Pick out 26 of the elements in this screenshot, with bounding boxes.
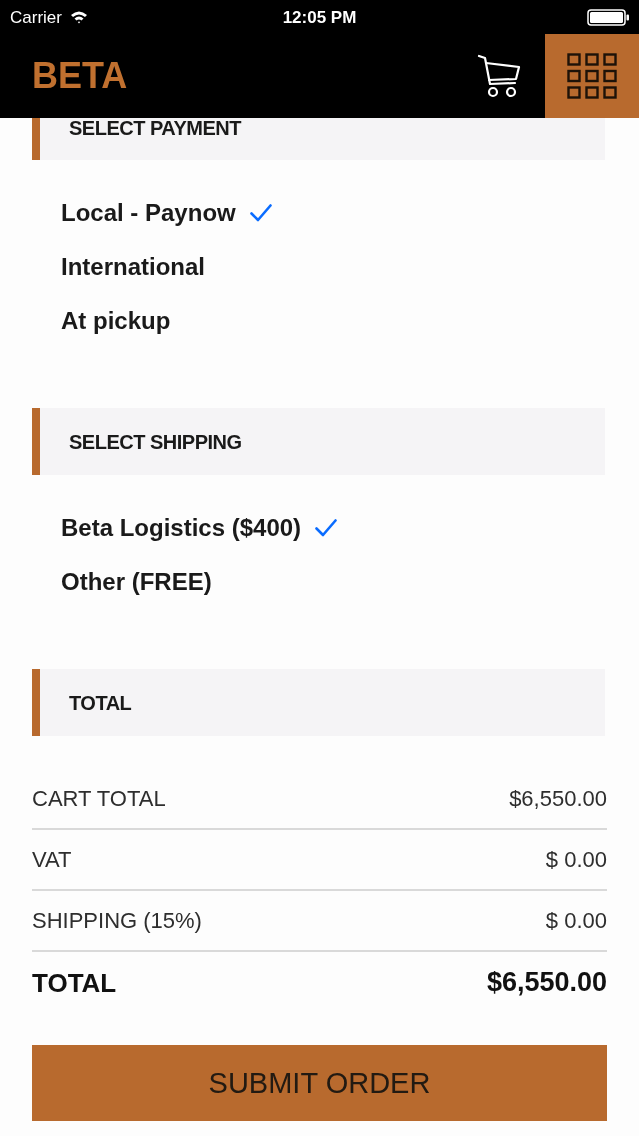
total-label: CART TOTAL [32, 787, 166, 810]
status-time: 12:05 PM [282, 8, 357, 26]
total-value: $6,550.00 [509, 787, 607, 810]
payment-option[interactable]: At pickup [61, 294, 171, 348]
cart-button[interactable] [477, 53, 521, 99]
total-label: SHIPPING (15%) [32, 909, 202, 932]
brand-logo: BETA [32, 58, 128, 94]
total-label: VAT [32, 848, 72, 871]
wifi-icon [69, 10, 88, 24]
submit-order-button[interactable]: SUBMIT ORDER [32, 1045, 607, 1121]
shipping-option[interactable]: Beta Logistics ($400) [61, 501, 338, 555]
battery-icon [587, 8, 630, 26]
payment-option[interactable]: International [61, 240, 205, 294]
total-value: $6,550.00 [486, 969, 607, 996]
total-value: $ 0.00 [545, 848, 607, 871]
grid-icon [567, 53, 617, 99]
shipping-option[interactable]: Other (FREE) [61, 555, 212, 609]
section-header: SELECT PAYMENT [32, 118, 605, 160]
total-value: $ 0.00 [545, 909, 607, 932]
menu-button[interactable] [545, 34, 639, 118]
payment-option[interactable]: Local - Paynow [61, 186, 272, 240]
section-header: TOTAL [32, 669, 605, 736]
carrier-name: Carrier [10, 8, 62, 26]
cart-icon [477, 53, 521, 99]
total-label: TOTAL [32, 969, 117, 996]
section-header: SELECT SHIPPING [32, 408, 605, 475]
